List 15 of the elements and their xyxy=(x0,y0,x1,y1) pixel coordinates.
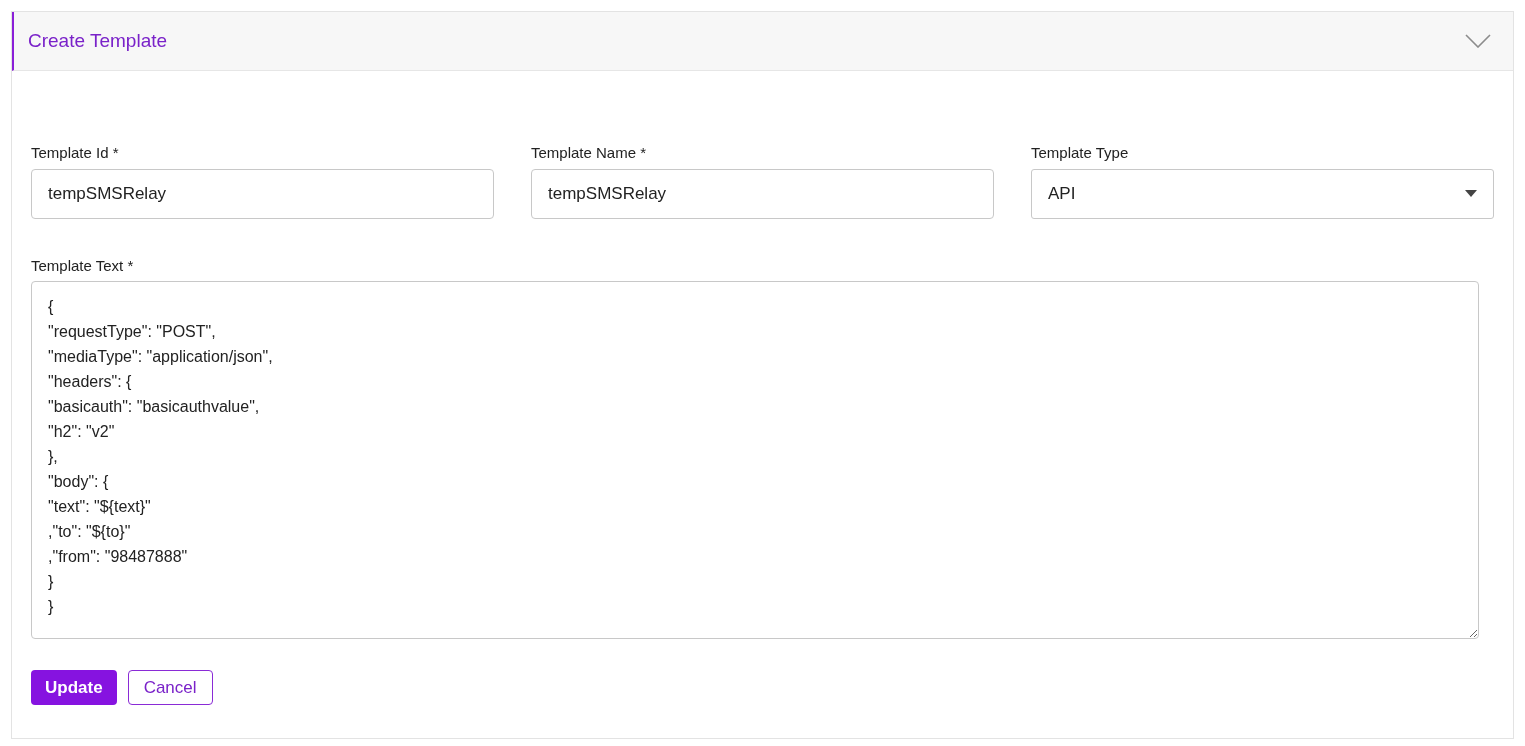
text-input[interactable]: tempSMSRelay xyxy=(31,168,494,219)
panel-title: Create Template xyxy=(28,28,168,53)
text-input[interactable]: tempSMSRelay xyxy=(531,168,994,219)
template-text-area[interactable]: { "requestType": "POST", "mediaType": "application/json", "headers": { "basicauth": "basicauthvalue", "h2": "v2" }, "body": { "text": "${text}" ,"to": "${to}" ,"from": "98487888" } } xyxy=(31,281,1479,639)
cancel-button[interactable]: Cancel xyxy=(127,670,213,705)
field-label: Template Text * xyxy=(31,255,135,276)
panel-header[interactable]: Create Template xyxy=(12,12,1513,71)
dropdown-caret-icon xyxy=(1465,190,1477,197)
field-label: Template Type xyxy=(1031,143,1130,163)
select-value: API xyxy=(1048,182,1076,205)
chevron-icon xyxy=(1465,34,1491,48)
field-label: Template Name * xyxy=(531,143,648,163)
field-label: Template Id * xyxy=(31,143,120,163)
select-field[interactable]: API xyxy=(1031,168,1494,219)
update-button[interactable]: Update xyxy=(31,670,117,705)
